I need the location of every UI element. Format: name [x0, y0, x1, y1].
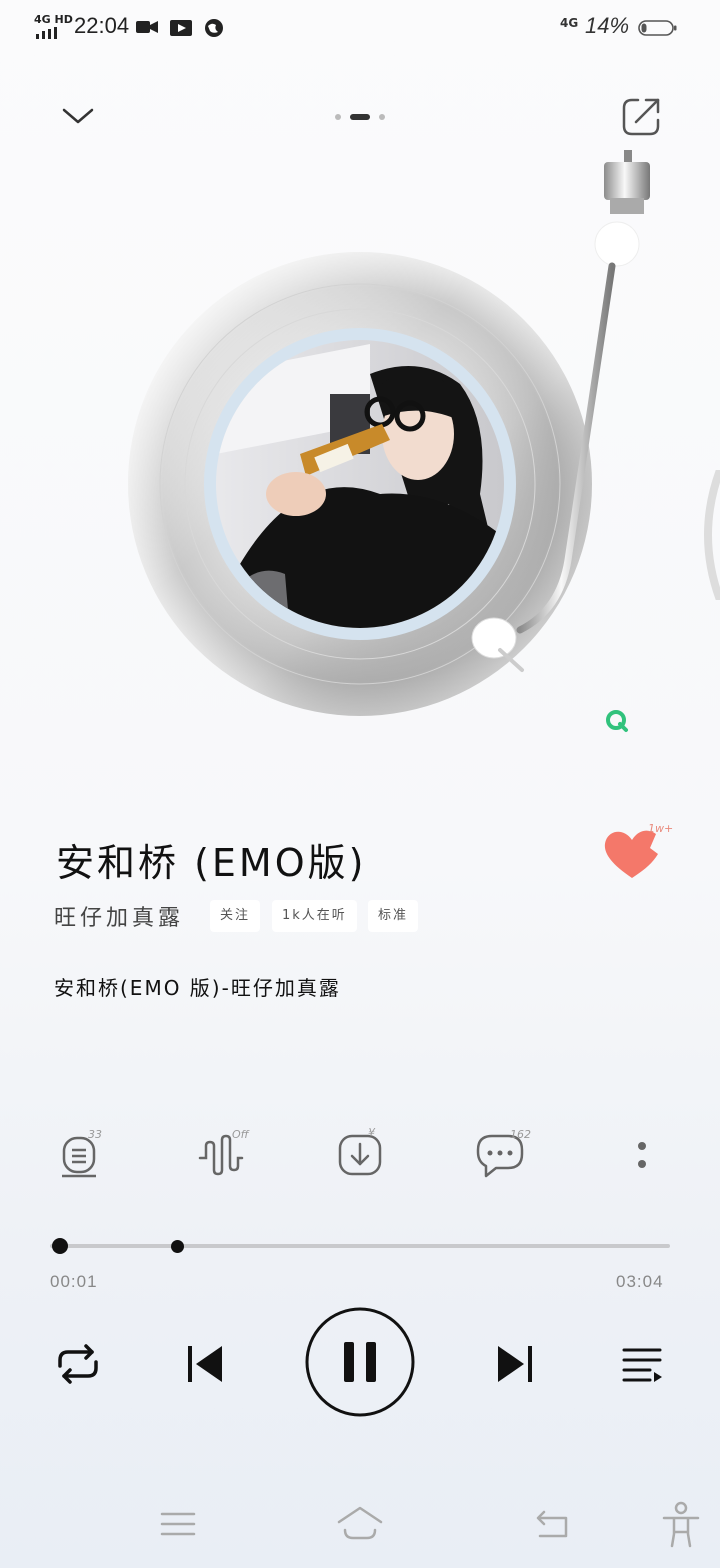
- chevron-down-icon: [62, 108, 94, 124]
- playlist-button[interactable]: [614, 1336, 670, 1392]
- accessibility-icon: [662, 1501, 700, 1548]
- qq-music-logo-icon: [606, 710, 628, 732]
- collapse-button[interactable]: [56, 96, 100, 140]
- clock: 22:04: [74, 13, 130, 38]
- repeat-icon: [58, 1344, 98, 1384]
- video-camera-icon: [136, 21, 158, 33]
- video-app-icon: [170, 20, 192, 36]
- sound-effect-button[interactable]: Off: [192, 1126, 252, 1186]
- playlist-icon: [622, 1348, 662, 1382]
- battery-percent: 14%: [585, 13, 630, 38]
- next-button[interactable]: [488, 1336, 544, 1392]
- browser-icon: [205, 19, 223, 37]
- skip-next-icon: [498, 1346, 532, 1382]
- pause-icon: [305, 1307, 415, 1417]
- signal-icon: [36, 27, 57, 39]
- progress-fill-head: [52, 1238, 68, 1254]
- network-type: 4G HD: [34, 13, 73, 26]
- more-button[interactable]: [612, 1126, 672, 1186]
- like-count: 1w+: [648, 822, 674, 835]
- download-icon: [338, 1134, 382, 1176]
- artist-name[interactable]: 旺仔加真露: [54, 900, 184, 932]
- next-disc-edge: [704, 470, 720, 600]
- share-button[interactable]: [616, 92, 666, 142]
- tonearm: [471, 150, 650, 672]
- nav-recents-button[interactable]: [154, 1500, 204, 1550]
- listeners-tag[interactable]: 1k人在听: [272, 900, 357, 932]
- notification-icons: [136, 19, 223, 37]
- network-right: 4G: [560, 16, 579, 30]
- nav-home-button[interactable]: [335, 1500, 385, 1550]
- play-pause-button[interactable]: [304, 1306, 416, 1418]
- skip-previous-icon: [188, 1346, 222, 1382]
- home-icon: [337, 1506, 383, 1540]
- elapsed-time: 00:01: [50, 1272, 98, 1291]
- lyrics-badge: 33: [88, 1128, 102, 1141]
- page-indicator: [335, 114, 385, 120]
- song-title: 安和桥 (EMO版): [56, 841, 367, 885]
- previous-button[interactable]: [178, 1336, 234, 1392]
- download-badge: ¥: [368, 1126, 375, 1139]
- menu-icon: [160, 1512, 196, 1536]
- lyric-line[interactable]: 安和桥(EMO 版)-旺仔加真露: [54, 972, 341, 1001]
- comment-button[interactable]: 162: [470, 1126, 531, 1186]
- share-icon: [622, 98, 660, 136]
- quality-tag[interactable]: 标准: [368, 900, 419, 932]
- progress-marker[interactable]: [171, 1240, 184, 1253]
- lyrics-button[interactable]: 33: [50, 1126, 110, 1186]
- comment-badge: 162: [510, 1128, 531, 1141]
- effect-badge: Off: [232, 1128, 249, 1141]
- repeat-button[interactable]: [50, 1336, 106, 1392]
- more-vertical-icon: [638, 1142, 646, 1168]
- back-icon: [536, 1510, 568, 1538]
- total-time: 03:04: [616, 1272, 664, 1291]
- battery-icon: [638, 20, 677, 36]
- nav-back-button[interactable]: [528, 1500, 578, 1550]
- status-bar: 4G HD 22:04 4G 14%: [0, 0, 720, 56]
- nav-accessibility-button[interactable]: [656, 1500, 706, 1550]
- progress-bar[interactable]: [50, 1244, 670, 1248]
- download-button[interactable]: ¥: [330, 1126, 390, 1186]
- follow-tag[interactable]: 关注: [210, 900, 261, 932]
